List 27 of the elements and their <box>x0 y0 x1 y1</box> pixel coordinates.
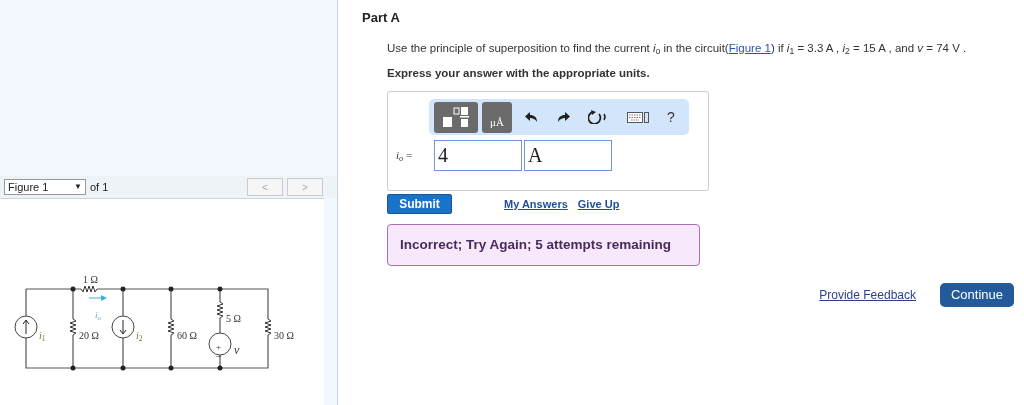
continue-button[interactable]: Continue <box>940 283 1014 307</box>
figure-link[interactable]: Figure 1 <box>728 41 771 54</box>
question-text: Use the principle of superposition to find the current i$_{o}$ in the circuit(Figure 1) if i$_{1}$ = 3.3 A , i$_{2}$ = 15 A , and v = 74 V . <box>387 40 968 57</box>
figure-select[interactable]: Figure 1 ▼ <box>4 179 86 195</box>
instruction-text: Express your answer with the appropriate units. <box>387 65 651 81</box>
answer-label: i$_{o}$ = <box>395 148 414 164</box>
help-button[interactable]: ? <box>666 106 675 128</box>
resistor-label: 60 Ω <box>177 329 197 342</box>
answer-value-field[interactable]: 4 <box>434 140 522 171</box>
source-label: i$_{2}$ <box>136 329 143 342</box>
unit-field[interactable]: A <box>524 140 612 171</box>
current-label: i$_{o}$ <box>95 310 101 322</box>
figure-count: of 1 <box>90 179 109 195</box>
voltage-label: v <box>234 343 240 359</box>
resistor-label: 1 Ω <box>83 273 98 286</box>
submit-button[interactable]: Submit <box>387 194 452 214</box>
resistor-label: 30 Ω <box>274 329 294 342</box>
dropdown-caret-icon: ▼ <box>74 181 82 193</box>
provide-feedback-link[interactable]: Provide Feedback <box>819 286 916 304</box>
part-title: Part A <box>362 9 401 27</box>
units-button[interactable]: μÅ <box>482 101 512 133</box>
my-answers-link[interactable]: My Answers <box>504 195 568 213</box>
feedback-message: Incorrect; Try Again; 5 attempts remaining <box>387 224 700 266</box>
resistor-label: 20 Ω <box>79 329 99 342</box>
resistor-label: 5 Ω <box>226 312 241 325</box>
give-up-link[interactable]: Give Up <box>577 195 620 213</box>
source-label: i$_{1}$ <box>39 329 46 342</box>
